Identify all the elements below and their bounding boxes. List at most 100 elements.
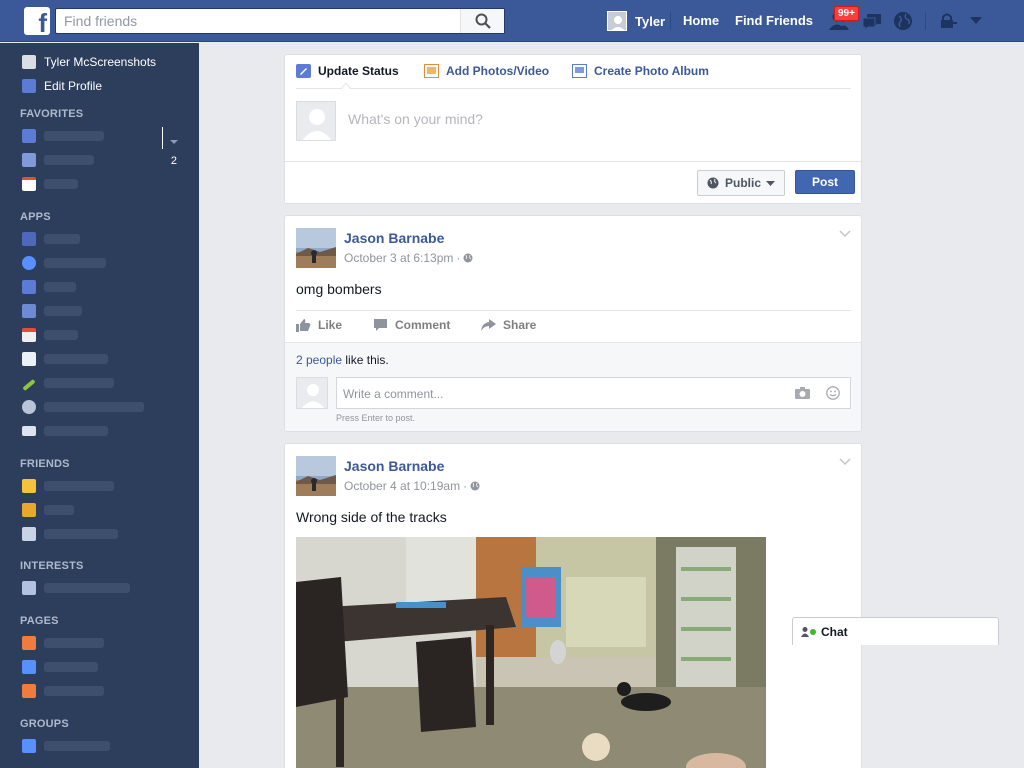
- calendar-icon: [22, 177, 36, 191]
- news-feed-icon: [22, 129, 36, 143]
- divider: [296, 310, 851, 311]
- comment-button[interactable]: Comment: [373, 318, 450, 332]
- share-button[interactable]: Share: [481, 318, 536, 332]
- blurred-label: [44, 258, 106, 268]
- sidebar-item-label: Edit Profile: [44, 79, 103, 93]
- sidebar-item-friends[interactable]: [22, 501, 192, 519]
- caret-icon: [341, 83, 351, 89]
- globe-icon: [894, 12, 912, 30]
- sidebar-item-friends[interactable]: [22, 477, 192, 495]
- blurred-label: [44, 378, 114, 388]
- likes-summary: 2 people like this.: [296, 353, 389, 367]
- feedback-section: 2 people like this. Write a comment... P…: [285, 342, 861, 431]
- chevron-down-icon[interactable]: [839, 458, 851, 466]
- action-label: Like: [318, 318, 343, 332]
- privacy-selector[interactable]: Public: [697, 170, 785, 196]
- messages-button[interactable]: [861, 10, 883, 32]
- blurred-label: [44, 155, 94, 165]
- blurred-label: [44, 330, 78, 340]
- author-name[interactable]: Jason Barnabe: [344, 230, 444, 246]
- blurred-label: [44, 662, 98, 672]
- sidebar-item-messages[interactable]: [22, 151, 192, 169]
- story-text: omg bombers: [296, 281, 382, 297]
- privacy-label: Public: [725, 176, 762, 190]
- account-menu-button[interactable]: [965, 10, 987, 32]
- section-header-apps: APPS: [20, 211, 51, 223]
- search-icon: [475, 13, 491, 29]
- avatar[interactable]: [296, 456, 336, 496]
- story-photo[interactable]: [296, 537, 766, 768]
- section-header-interests: INTERESTS: [20, 560, 84, 572]
- tab-create-album[interactable]: Create Photo Album: [572, 64, 709, 78]
- sidebar-item-pages[interactable]: [22, 658, 192, 676]
- press-enter-hint: Press Enter to post.: [336, 413, 416, 423]
- left-sidebar: Tyler McScreenshots Edit Profile FAVORIT…: [0, 43, 199, 768]
- status-input[interactable]: What's on your mind?: [348, 111, 483, 127]
- globe-icon: [463, 253, 473, 263]
- sidebar-item-events[interactable]: [22, 175, 192, 193]
- status-composer: Update Status Add Photos/Video Create Ph…: [284, 54, 862, 204]
- blurred-label: [44, 131, 104, 141]
- blurred-label: [44, 505, 74, 515]
- sidebar-item-app[interactable]: [22, 302, 192, 320]
- sidebar-item-app[interactable]: [22, 278, 192, 296]
- sidebar-item-interests[interactable]: [22, 579, 192, 597]
- action-label: Share: [503, 318, 537, 332]
- blurred-label: [44, 402, 144, 412]
- calendar-icon: [22, 328, 36, 342]
- blurred-label: [44, 234, 80, 244]
- divider: [670, 12, 671, 30]
- comment-input[interactable]: Write a comment...: [336, 377, 851, 409]
- sidebar-item-app[interactable]: [22, 398, 192, 416]
- section-header-groups: GROUPS: [20, 718, 69, 730]
- sidebar-item-app[interactable]: [22, 374, 192, 392]
- sidebar-item-pages[interactable]: [22, 682, 192, 700]
- home-link[interactable]: Home: [683, 13, 719, 28]
- camera-icon[interactable]: [795, 387, 810, 399]
- blurred-label: [44, 741, 110, 751]
- sidebar-item-app[interactable]: [22, 254, 192, 272]
- search-input[interactable]: [56, 9, 456, 33]
- privacy-shortcuts-button[interactable]: [937, 10, 959, 32]
- sidebar-item-groups[interactable]: [22, 737, 192, 755]
- likes-link[interactable]: 2 people: [296, 353, 342, 367]
- tab-add-photos[interactable]: Add Photos/Video: [424, 64, 549, 78]
- sidebar-item-edit-profile[interactable]: Edit Profile: [22, 77, 192, 95]
- sidebar-item-profile[interactable]: Tyler McScreenshots: [22, 53, 192, 71]
- chevron-down-icon[interactable]: [839, 230, 851, 238]
- sidebar-item-news-feed[interactable]: [22, 127, 192, 145]
- sidebar-item-app[interactable]: [22, 326, 192, 344]
- chat-tab[interactable]: Chat: [792, 617, 999, 645]
- sidebar-item-app[interactable]: [22, 350, 192, 368]
- avatar: [22, 55, 36, 69]
- sidebar-item-pages[interactable]: [22, 634, 192, 652]
- facebook-logo-icon[interactable]: f: [24, 7, 50, 35]
- story-timestamp[interactable]: October 3 at 6:13pm ·: [344, 251, 473, 265]
- feed-story: Jason Barnabe October 4 at 10:19am · Wro…: [284, 443, 862, 768]
- section-header-pages: PAGES: [20, 615, 59, 627]
- post-button[interactable]: Post: [795, 170, 855, 194]
- emoji-icon[interactable]: [826, 386, 840, 400]
- search-button[interactable]: [460, 9, 504, 33]
- separator: ·: [463, 479, 468, 493]
- tab-update-status[interactable]: Update Status: [296, 64, 399, 78]
- sidebar-item-app[interactable]: [22, 422, 192, 440]
- sidebar-item-app[interactable]: [22, 230, 192, 248]
- building-icon: [22, 527, 36, 541]
- like-button[interactable]: Like: [296, 318, 342, 332]
- notifications-button[interactable]: [892, 10, 914, 32]
- avatar[interactable]: [296, 228, 336, 268]
- author-name[interactable]: Jason Barnabe: [344, 458, 444, 474]
- comment-icon: [374, 319, 387, 331]
- profile-link[interactable]: Tyler: [607, 10, 665, 32]
- blurred-label: [44, 686, 104, 696]
- sidebar-item-friends[interactable]: [22, 525, 192, 543]
- story-timestamp[interactable]: October 4 at 10:19am ·: [344, 479, 480, 493]
- globe-icon: [22, 400, 36, 414]
- search-box[interactable]: [55, 8, 505, 34]
- rss-icon: [22, 581, 36, 595]
- find-friends-link[interactable]: Find Friends: [735, 13, 813, 28]
- divider: [925, 12, 926, 30]
- profile-name: Tyler: [635, 13, 666, 29]
- chevron-down-icon[interactable]: [170, 134, 178, 148]
